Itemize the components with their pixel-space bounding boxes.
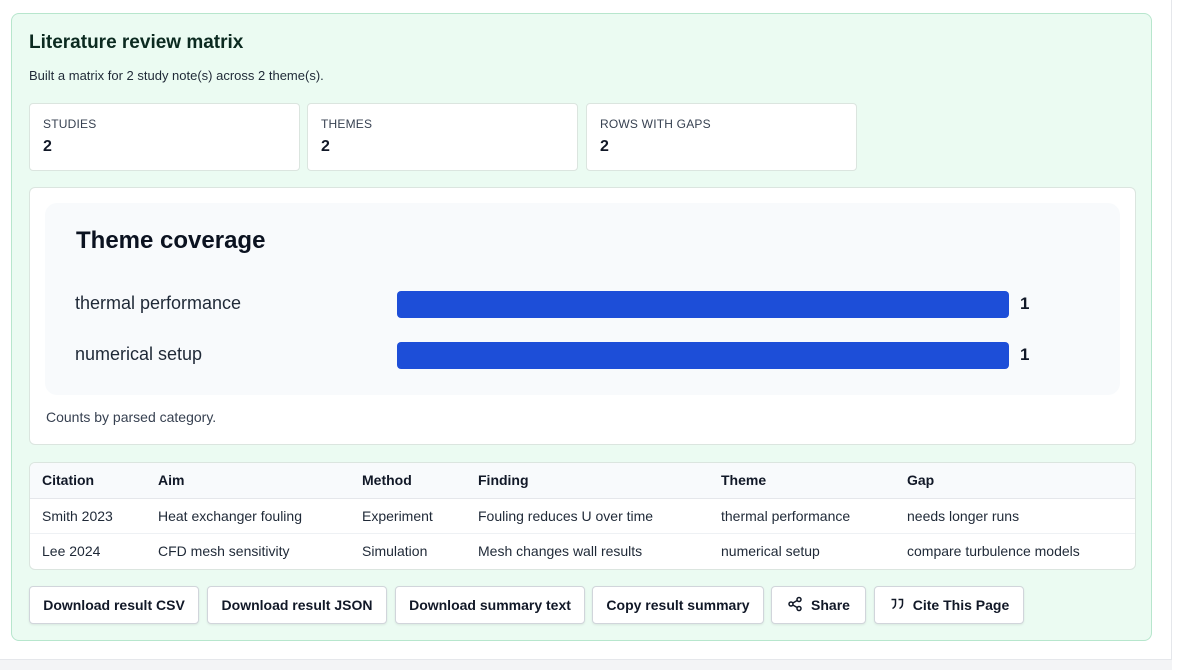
download-summary-button[interactable]: Download summary text xyxy=(395,586,585,624)
stat-label: STUDIES xyxy=(43,117,97,131)
button-label: Download result JSON xyxy=(221,597,373,613)
matrix-table-card: Citation Aim Method Finding Theme Gap Sm… xyxy=(29,462,1136,570)
bar-row: numerical setup 1 xyxy=(45,342,1120,370)
table-cell: needs longer runs xyxy=(895,498,1135,534)
bar-track xyxy=(397,342,1009,369)
download-json-button[interactable]: Download result JSON xyxy=(207,586,387,624)
column-header: Aim xyxy=(146,463,350,499)
panel-title: Literature review matrix xyxy=(29,32,244,53)
copy-summary-button[interactable]: Copy result summary xyxy=(592,586,764,624)
bar-value-label: 1 xyxy=(1020,345,1030,364)
column-header: Gap xyxy=(895,463,1135,499)
stat-card-themes: THEMES 2 xyxy=(307,103,578,171)
button-label: Copy result summary xyxy=(606,597,750,613)
bar xyxy=(397,291,1009,318)
table-cell: Experiment xyxy=(350,498,466,534)
button-label: Download summary text xyxy=(409,597,571,613)
table-cell: Fouling reduces U over time xyxy=(466,498,709,534)
table-row: Smith 2023 Heat exchanger fouling Experi… xyxy=(30,498,1135,534)
stat-card-rows-with-gaps: ROWS WITH GAPS 2 xyxy=(586,103,857,171)
stat-card-studies: STUDIES 2 xyxy=(29,103,300,171)
bar xyxy=(397,342,1009,369)
quote-icon xyxy=(889,596,905,615)
results-panel: Literature review matrix Built a matrix … xyxy=(11,13,1152,641)
theme-coverage-chart: Theme coverage thermal performance 1 numer… xyxy=(45,203,1120,395)
column-header: Method xyxy=(350,463,466,499)
table-cell: numerical setup xyxy=(721,542,820,559)
stat-label: ROWS WITH GAPS xyxy=(600,117,711,131)
matrix-table: Citation Aim Method Finding Theme Gap Sm… xyxy=(30,463,1135,568)
table-cell: Mesh changes wall results xyxy=(478,542,643,559)
theme-coverage-card: Theme coverage thermal performance 1 numer… xyxy=(29,187,1136,445)
download-csv-button[interactable]: Download result CSV xyxy=(29,586,199,624)
column-header: Finding xyxy=(466,463,709,499)
table-cell: Lee 2024 xyxy=(42,542,101,559)
chart-title: Theme coverage xyxy=(76,227,266,254)
bar-track xyxy=(397,291,1009,318)
stat-value: 2 xyxy=(321,138,330,155)
table-cell: Simulation xyxy=(362,542,428,559)
bar-category-label: numerical setup xyxy=(75,344,203,364)
table-cell: compare turbulence models xyxy=(907,542,1080,559)
cite-button[interactable]: Cite This Page xyxy=(874,586,1024,624)
bar-category-label: thermal performance xyxy=(75,293,242,313)
table-cell: Heat exchanger fouling xyxy=(146,498,350,534)
table-row: Lee 2024 CFD mesh sensitivity Simulation… xyxy=(30,533,1135,568)
share-button[interactable]: Share xyxy=(771,586,866,624)
stat-label: THEMES xyxy=(321,117,373,131)
bar-value-label: 1 xyxy=(1020,294,1030,313)
button-label: Cite This Page xyxy=(912,597,1010,613)
button-label: Share xyxy=(811,597,850,613)
column-header: Citation xyxy=(30,463,146,499)
bar-row: thermal performance 1 xyxy=(45,291,1120,319)
scrollbar-area[interactable] xyxy=(1172,0,1190,670)
column-header: Theme xyxy=(709,463,895,499)
table-header-row: Citation Aim Method Finding Theme Gap xyxy=(30,463,1135,499)
table-cell: CFD mesh sensitivity xyxy=(158,542,290,559)
share-icon xyxy=(787,596,803,615)
table-cell: Smith 2023 xyxy=(30,498,146,534)
table-cell: thermal performance xyxy=(709,498,895,534)
stat-value: 2 xyxy=(600,138,609,155)
page-bottom-edge xyxy=(0,660,1172,670)
button-label: Download result CSV xyxy=(43,597,185,613)
stat-value: 2 xyxy=(43,138,52,155)
chart-note: Counts by parsed category. xyxy=(46,409,217,425)
panel-subtitle: Built a matrix for 2 study note(s) acros… xyxy=(29,68,324,83)
